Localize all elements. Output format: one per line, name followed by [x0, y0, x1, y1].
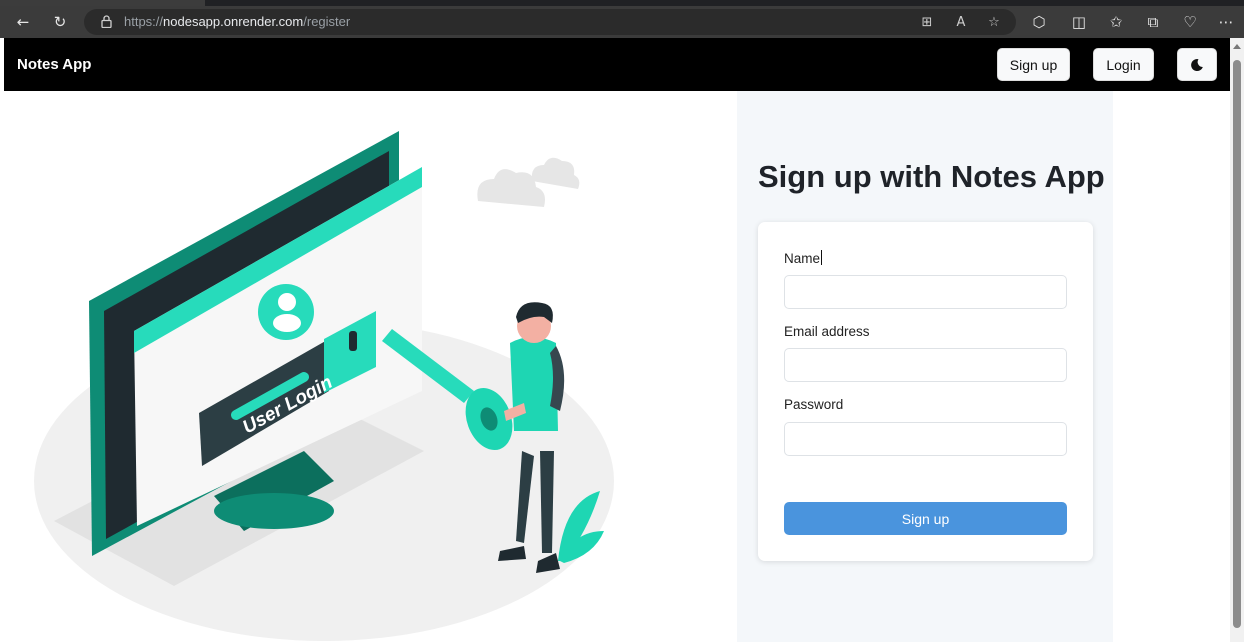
signup-form-card: Name Email address Password Sign up	[758, 222, 1093, 561]
navbar: Notes App Sign up Login	[4, 38, 1230, 91]
nav-signup-button[interactable]: Sign up	[997, 48, 1070, 81]
address-bar[interactable]: https://nodesapp.onrender.com/register ⊞…	[84, 9, 1016, 35]
cloud-icon	[477, 157, 580, 207]
split-screen-icon[interactable]: ◫	[1068, 11, 1090, 33]
url-text: https://nodesapp.onrender.com/register	[124, 14, 351, 29]
health-icon[interactable]: ♡	[1179, 11, 1201, 33]
collections-icon[interactable]: ⧉	[1142, 11, 1164, 33]
brand-logo-text[interactable]: Notes App	[17, 56, 91, 73]
email-label: Email address	[784, 324, 870, 339]
name-input[interactable]	[784, 275, 1067, 309]
page-scrollbar[interactable]	[1230, 38, 1244, 642]
signup-panel: Sign up with Notes App Name Email addres…	[737, 91, 1113, 642]
theme-toggle-button[interactable]	[1177, 48, 1217, 81]
refresh-icon[interactable]: ↻	[49, 11, 71, 33]
grid-icon[interactable]: ⊞	[916, 11, 938, 33]
signup-submit-button[interactable]: Sign up	[784, 502, 1067, 535]
browser-toolbar: ← ↻ https://nodesapp.onrender.com/regist…	[0, 6, 1244, 38]
password-label: Password	[784, 397, 844, 412]
back-icon[interactable]: ←	[12, 11, 34, 33]
name-label: Name	[784, 250, 823, 266]
page-title: Sign up with Notes App	[758, 159, 1105, 194]
more-icon[interactable]: ⋯	[1215, 11, 1237, 33]
scroll-up-icon[interactable]	[1233, 44, 1241, 49]
login-illustration: User Login	[34, 131, 614, 641]
lock-icon	[98, 13, 114, 29]
extensions-icon[interactable]: ⬡	[1028, 11, 1050, 33]
nav-login-button[interactable]: Login	[1093, 48, 1154, 81]
scrollbar-thumb[interactable]	[1233, 60, 1241, 628]
moon-icon	[1191, 58, 1203, 71]
text-caret	[821, 250, 823, 265]
password-input[interactable]	[784, 422, 1067, 456]
read-aloud-icon[interactable]: A	[950, 11, 972, 33]
email-input[interactable]	[784, 348, 1067, 382]
page-viewport: Notes App Sign up Login User Login Sign …	[4, 38, 1230, 642]
star-icon[interactable]: ☆	[983, 11, 1005, 33]
favorites-icon[interactable]: ✩	[1105, 11, 1127, 33]
